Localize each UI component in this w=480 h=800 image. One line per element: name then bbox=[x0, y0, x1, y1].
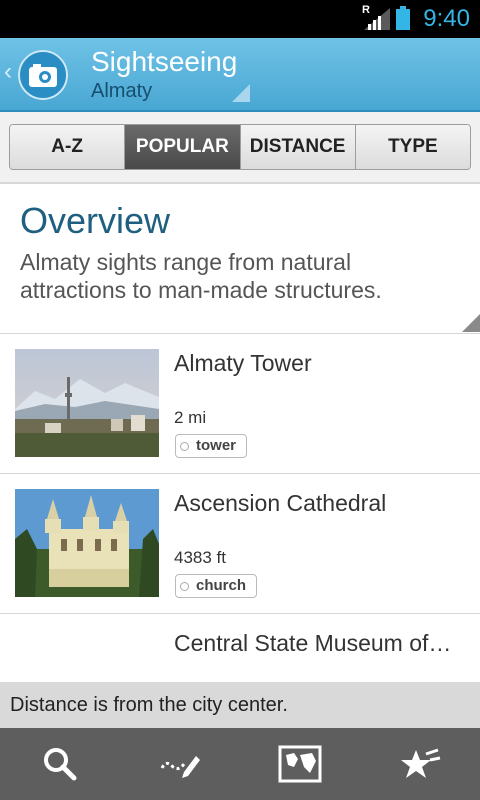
almaty-tower-thumbnail bbox=[15, 349, 159, 457]
sort-tab-bar: A-Z POPULAR DISTANCE TYPE bbox=[0, 112, 480, 184]
overview-section[interactable]: Overview Almaty sights range from natura… bbox=[0, 184, 480, 332]
edit-trip-button[interactable] bbox=[120, 728, 240, 800]
list-item[interactable]: Ascension Cathedral 4383 ft church bbox=[0, 474, 480, 614]
ascension-cathedral-thumbnail bbox=[15, 489, 159, 597]
item-type-tag[interactable]: tower bbox=[175, 434, 248, 458]
roaming-indicator: R bbox=[362, 4, 370, 16]
back-chevron-icon[interactable]: ‹ bbox=[4, 58, 12, 86]
favorites-button[interactable] bbox=[360, 728, 480, 800]
edit-icon bbox=[160, 756, 200, 778]
expand-corner-icon[interactable] bbox=[462, 314, 480, 332]
search-icon bbox=[44, 748, 77, 781]
overview-text: Almaty sights range from natural attract… bbox=[20, 249, 382, 303]
tab-type[interactable]: TYPE bbox=[355, 125, 470, 169]
item-name: Almaty Tower bbox=[174, 350, 312, 376]
segmented-control: A-Z POPULAR DISTANCE TYPE bbox=[9, 124, 471, 170]
item-type-tag[interactable]: church bbox=[175, 574, 258, 598]
list-item[interactable]: Central State Museum of… bbox=[0, 614, 480, 682]
item-distance: 4383 ft bbox=[174, 548, 226, 567]
distance-note: Distance is from the city center. bbox=[0, 682, 480, 728]
app-logo-camera-icon[interactable] bbox=[18, 50, 68, 100]
item-name: Central State Museum of… bbox=[174, 630, 452, 656]
tab-distance[interactable]: DISTANCE bbox=[240, 125, 356, 169]
list-item[interactable]: Almaty Tower 2 mi tower bbox=[0, 334, 480, 474]
item-name: Ascension Cathedral bbox=[174, 490, 387, 516]
clock: 9:40 bbox=[423, 5, 470, 32]
search-button[interactable] bbox=[0, 728, 120, 800]
battery-icon bbox=[396, 6, 410, 30]
screen-title: Sightseeing bbox=[91, 46, 238, 77]
tab-popular[interactable]: POPULAR bbox=[125, 125, 241, 169]
item-distance: 2 mi bbox=[174, 408, 207, 427]
city-selector[interactable]: Almaty bbox=[91, 80, 152, 103]
favorites-icon bbox=[401, 748, 441, 778]
bottom-toolbar bbox=[0, 728, 480, 800]
overview-title: Overview bbox=[20, 200, 171, 241]
dropdown-corner-icon[interactable] bbox=[232, 84, 250, 102]
map-icon bbox=[278, 745, 322, 783]
action-bar: ‹ Sightseeing Almaty bbox=[0, 38, 480, 112]
tab-a-z[interactable]: A-Z bbox=[10, 125, 126, 169]
status-bar: R 9:40 bbox=[0, 0, 480, 38]
map-button[interactable] bbox=[240, 728, 360, 800]
